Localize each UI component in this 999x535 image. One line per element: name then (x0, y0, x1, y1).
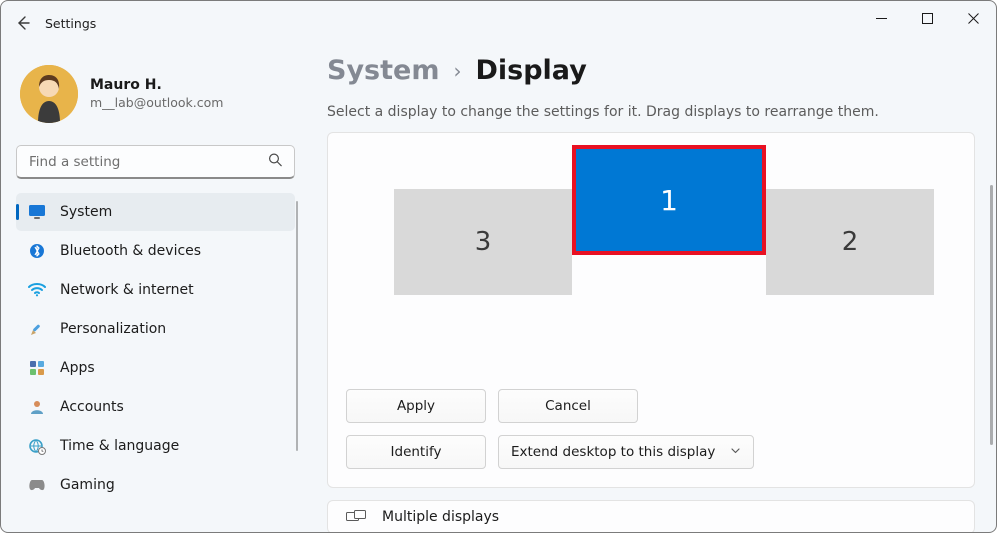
search-icon (268, 153, 283, 172)
sidebar-item-label: Accounts (60, 399, 124, 415)
sidebar-item-personalization[interactable]: Personalization (16, 310, 295, 348)
app-title: Settings (45, 16, 96, 31)
instruction-text: Select a display to change the settings … (327, 104, 996, 120)
main-scrollbar[interactable] (990, 185, 993, 445)
cancel-button[interactable]: Cancel (498, 389, 638, 423)
page-title: Display (475, 55, 586, 86)
monitor-icon (28, 203, 46, 221)
identify-button[interactable]: Identify (346, 435, 486, 469)
displays-icon (346, 510, 366, 524)
window-minimize-button[interactable] (858, 1, 904, 35)
paintbrush-icon (28, 320, 46, 338)
chevron-right-icon: › (453, 59, 461, 83)
wifi-icon (28, 281, 46, 299)
search-input[interactable] (16, 145, 295, 179)
display-tile-3[interactable]: 3 (394, 189, 572, 295)
back-button[interactable] (1, 1, 45, 45)
display-number-label: 1 (660, 184, 678, 217)
display-arrangement-area[interactable]: 3 1 2 (346, 147, 956, 375)
display-number-label: 3 (475, 227, 492, 257)
sidebar-item-label: Personalization (60, 321, 166, 337)
avatar (20, 65, 78, 123)
minimize-icon (876, 13, 887, 24)
gamepad-icon (28, 476, 46, 494)
sidebar-item-label: Gaming (60, 477, 115, 493)
chevron-down-icon (730, 444, 741, 460)
display-tile-2[interactable]: 2 (766, 189, 934, 295)
profile-email: m__lab@outlook.com (90, 95, 223, 111)
sidebar-item-time[interactable]: Time & language (16, 427, 295, 465)
sidebar-item-label: Bluetooth & devices (60, 243, 201, 259)
person-icon (28, 398, 46, 416)
maximize-icon (922, 13, 933, 24)
apply-button[interactable]: Apply (346, 389, 486, 423)
sidebar-item-label: Time & language (60, 438, 179, 454)
breadcrumb: System › Display (327, 55, 996, 86)
sidebar-scrollbar[interactable] (296, 201, 298, 451)
multiple-displays-title: Multiple displays (382, 509, 499, 525)
window-maximize-button[interactable] (904, 1, 950, 35)
display-number-label: 2 (842, 227, 859, 257)
sidebar-item-network[interactable]: Network & internet (16, 271, 295, 309)
display-tile-1[interactable]: 1 (574, 147, 764, 253)
sidebar-item-system[interactable]: System (16, 193, 295, 231)
sidebar-item-bluetooth[interactable]: Bluetooth & devices (16, 232, 295, 270)
sidebar-item-apps[interactable]: Apps (16, 349, 295, 387)
sidebar-item-label: System (60, 204, 112, 220)
display-mode-dropdown[interactable]: Extend desktop to this display (498, 435, 754, 469)
apps-icon (28, 359, 46, 377)
bluetooth-icon (28, 242, 46, 260)
breadcrumb-parent[interactable]: System (327, 55, 439, 86)
window-close-button[interactable] (950, 1, 996, 35)
profile-block[interactable]: Mauro H. m__lab@outlook.com (12, 61, 299, 141)
sidebar-item-label: Network & internet (60, 282, 194, 298)
display-mode-label: Extend desktop to this display (511, 444, 715, 460)
multiple-displays-card[interactable]: Multiple displays (327, 500, 975, 532)
back-arrow-icon (15, 15, 31, 31)
sidebar-item-label: Apps (60, 360, 95, 376)
sidebar-item-accounts[interactable]: Accounts (16, 388, 295, 426)
display-arrangement-panel: 3 1 2 Apply Cancel Identify Extend deskt… (327, 132, 975, 488)
globe-clock-icon (28, 437, 46, 455)
close-icon (968, 13, 979, 24)
sidebar-item-gaming[interactable]: Gaming (16, 466, 295, 504)
profile-name: Mauro H. (90, 77, 223, 95)
